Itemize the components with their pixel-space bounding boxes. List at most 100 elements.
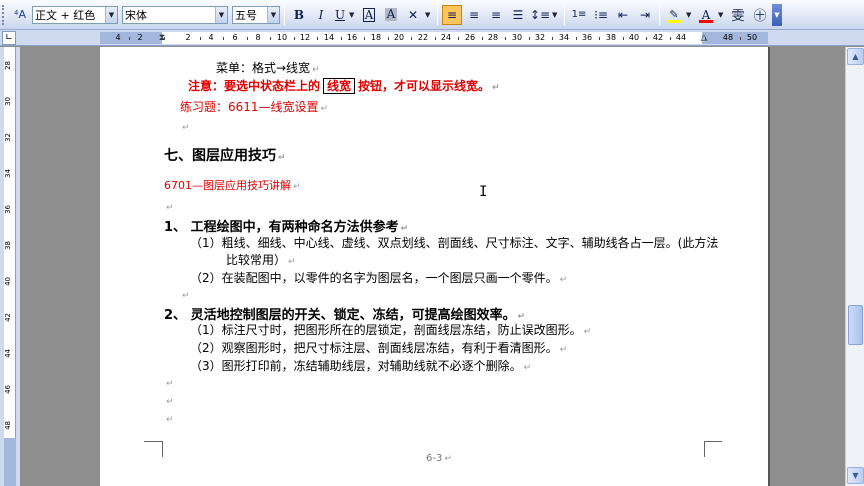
highlight-icon[interactable]: ✎: [664, 5, 684, 25]
ruler-tick: [435, 37, 436, 40]
ruler-number: 40: [628, 33, 640, 42]
ruler-tick: [505, 37, 506, 40]
tab-selector[interactable]: ∟: [2, 31, 16, 45]
ruler-right-margin: [702, 32, 768, 44]
item1-sub2: （2）在装配图中，以零件的名字为图层名，一个图层只画一个零件。 ↵: [190, 269, 567, 286]
ruler-tick: [529, 37, 530, 40]
char-shading-button[interactable]: A: [381, 5, 401, 25]
blank-line: ↵: [164, 411, 174, 425]
section-link-text: 6701—图层应用技巧讲解: [164, 179, 291, 192]
font-color-icon[interactable]: A: [696, 5, 716, 25]
paragraph-mark: ↵: [492, 83, 500, 93]
line-width-box: 线宽: [323, 78, 356, 94]
item1-sub1-cont-text: 比较常用）: [226, 253, 287, 267]
ruler-number: 2: [185, 33, 191, 42]
chevron-down-icon[interactable]: ▼: [349, 11, 357, 19]
chevron-down-icon[interactable]: ▼: [686, 11, 694, 19]
vruler-number: 44: [4, 349, 12, 358]
paragraph-mark: ↵: [166, 415, 174, 425]
paragraph-mark: ↵: [288, 257, 296, 267]
item1-title-text: 1、 工程绘图中，有两种命名方法供参考: [164, 220, 399, 235]
size-combo[interactable]: 五号 ▼: [232, 5, 280, 24]
char-border-button[interactable]: A: [359, 5, 379, 25]
char-scale-icon[interactable]: ✕: [403, 5, 423, 25]
right-indent-marker[interactable]: △: [701, 32, 708, 44]
ruler-number: 12: [299, 33, 311, 42]
section-link-line: 6701—图层应用技巧讲解 ↵: [164, 177, 301, 193]
ruler-number: 30: [511, 33, 523, 42]
align-left-icon[interactable]: ≡: [442, 4, 462, 25]
ruler-left-margin: [100, 32, 162, 44]
ruler-number: 28: [487, 33, 499, 42]
align-center-icon[interactable]: ≡: [464, 5, 484, 25]
ruler-tick: [646, 37, 647, 40]
char-shading-icon: A: [384, 7, 398, 21]
ruler-tick: [317, 37, 318, 40]
ruler-tick: [129, 37, 130, 40]
item1-sub1-cont: 比较常用） ↵: [226, 251, 296, 268]
toolbar-separator: [437, 4, 438, 25]
increase-indent-icon[interactable]: ⇥: [635, 5, 655, 25]
justify-icon[interactable]: ☰: [508, 5, 528, 25]
document-area: 菜单：格式→线宽 ↵ 注意：要选中状态栏上的 线宽 按钮，才可以显示线宽。 ↵ 练习题：…: [20, 47, 845, 486]
ruler-tick: [576, 37, 577, 40]
styles-icon[interactable]: ⁴A: [10, 5, 30, 25]
chevron-down-icon[interactable]: ▼: [105, 6, 117, 23]
ruler-tick: [388, 37, 389, 40]
blank-line: ↵: [164, 199, 174, 213]
chevron-down-icon[interactable]: ▼: [425, 11, 433, 19]
document-page[interactable]: 菜单：格式→线宽 ↵ 注意：要选中状态栏上的 线宽 按钮，才可以显示线宽。 ↵ 练习题：…: [100, 47, 770, 486]
italic-button[interactable]: I: [311, 5, 331, 25]
ruler-number: 48: [722, 33, 734, 42]
enclose-char-icon[interactable]: ㊉: [750, 5, 770, 25]
crop-mark: [704, 441, 705, 457]
horizontal-ruler[interactable]: ⧗ △ 4 2 2 4 6 8 10 12 14 16 18 20 22 24 26 28 30 32 34 36 38…: [100, 32, 768, 44]
chevron-down-icon[interactable]: ▼: [215, 6, 227, 23]
chevron-down-icon[interactable]: ▼: [267, 6, 279, 23]
vertical-ruler[interactable]: 28 30 32 34 36 38 40 42 44 46 48: [4, 47, 16, 486]
ruler-tick: [364, 37, 365, 40]
ruler-number: 32: [534, 33, 546, 42]
bullets-icon[interactable]: ⁝≡: [591, 5, 611, 25]
exercise-line: 练习题：6611—线宽设置 ↵: [180, 98, 328, 115]
paragraph-mark: ↵: [278, 153, 286, 163]
chevron-down-icon[interactable]: ▼: [552, 11, 560, 19]
scroll-thumb[interactable]: [848, 305, 863, 345]
size-value: 五号: [235, 8, 257, 22]
menu-text: 菜单：格式→线宽: [216, 61, 311, 75]
ruler-tick: [294, 37, 295, 40]
ruler-tick: [223, 37, 224, 40]
chevron-down-icon[interactable]: ▼: [718, 11, 726, 19]
ruler-number: 4: [115, 33, 121, 42]
char-border-icon: A: [362, 7, 376, 22]
item2-sub1-text: （1）标注尺寸时，把图形所在的层锁定，剖面线层冻结，防止误改图形。: [190, 323, 582, 337]
underline-button[interactable]: U: [333, 5, 347, 25]
vertical-scrollbar[interactable]: ▲ ▼: [845, 47, 864, 486]
style-combo[interactable]: 正文 + 红色 ▼: [32, 5, 118, 24]
ruler-number: 4: [208, 33, 214, 42]
blank-line: ↵: [164, 375, 174, 389]
ruler-number: 20: [393, 33, 405, 42]
bold-button[interactable]: B: [289, 5, 309, 25]
crop-mark: [704, 441, 722, 453]
bold-icon: B: [293, 7, 305, 22]
font-combo[interactable]: 宋体 ▼: [122, 5, 228, 24]
item2-sub2-text: （2）观察图形时，把尺寸标注层、剖面线层冻结，有利于看清图形。: [190, 341, 558, 355]
numbering-icon[interactable]: 1≡: [569, 5, 589, 25]
scroll-down-button[interactable]: ▼: [847, 467, 864, 484]
ruler-tick: [740, 37, 741, 40]
toolbar-options-icon[interactable]: ▼: [772, 3, 782, 26]
font-color-swatch: [699, 19, 713, 23]
line-spacing-icon[interactable]: ↕≡: [530, 5, 550, 25]
ruler-number: 10: [276, 33, 288, 42]
paragraph-mark: ↵: [400, 224, 409, 234]
toolbar-grip[interactable]: [2, 4, 6, 25]
ruler-tick: [552, 37, 553, 40]
paragraph-mark: ↵: [559, 345, 568, 355]
align-right-icon[interactable]: ≡: [486, 5, 506, 25]
phonetic-icon[interactable]: 雯: [728, 5, 748, 25]
scroll-up-button[interactable]: ▲: [847, 48, 864, 65]
ruler-number: 44: [675, 33, 687, 42]
decrease-indent-icon[interactable]: ⇤: [613, 5, 633, 25]
ruler-number: 6: [232, 33, 238, 42]
